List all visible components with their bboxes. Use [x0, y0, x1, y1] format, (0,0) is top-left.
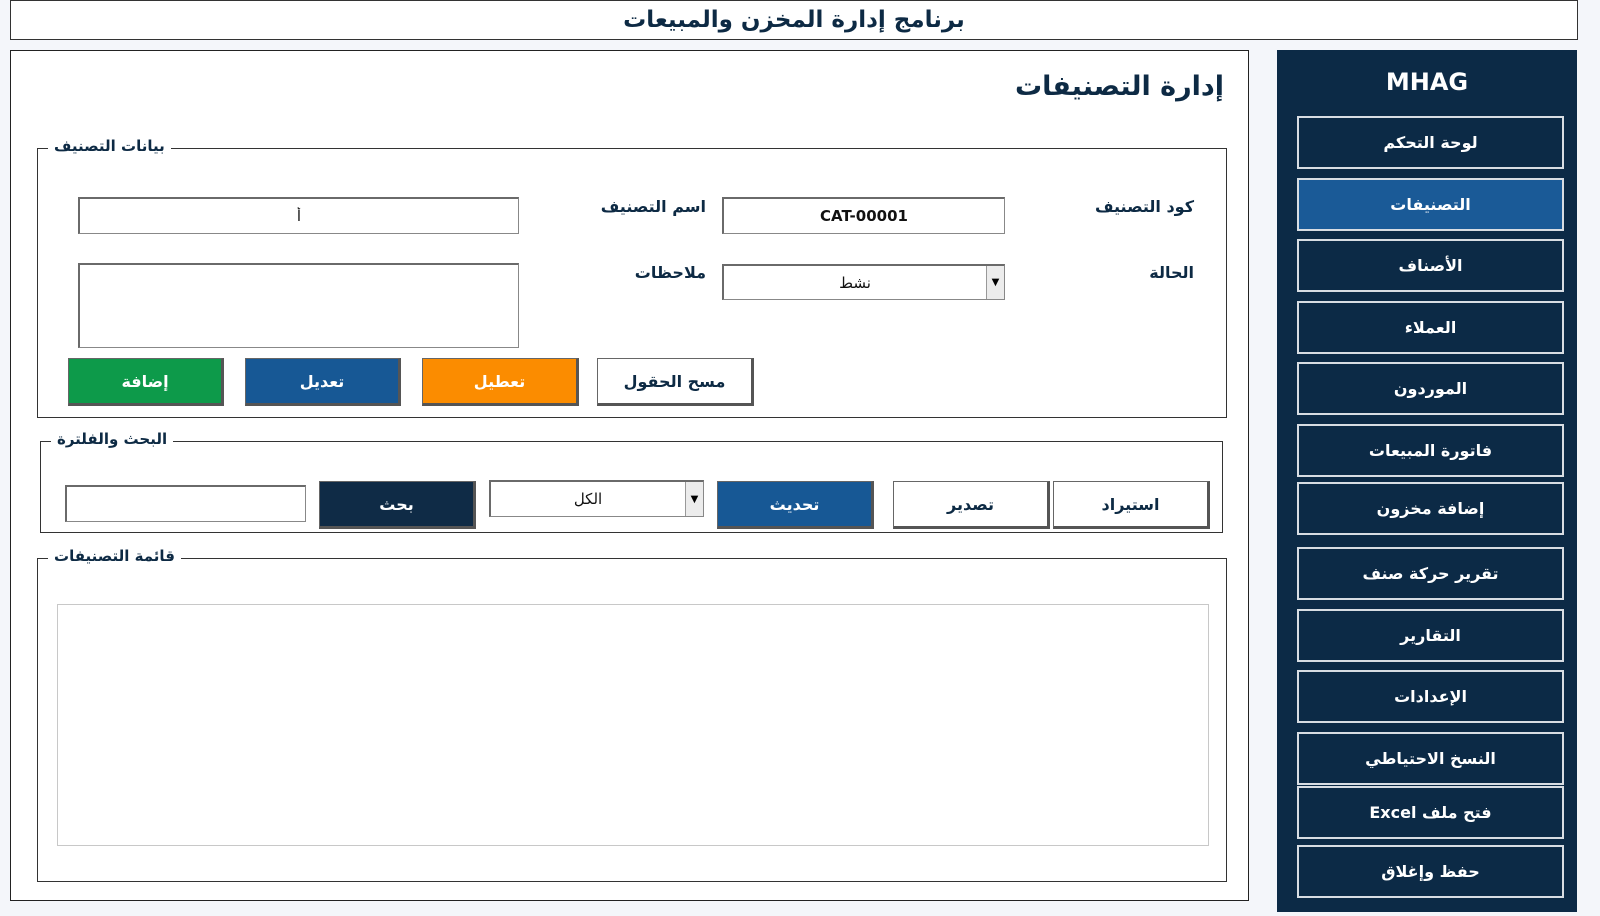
category-data-group: بيانات التصنيف كود التصنيف اسم التصنيف ا…: [37, 137, 1227, 418]
app-title: برنامج إدارة المخزن والمبيعات: [623, 7, 965, 33]
page-title: إدارة التصنيفات: [1014, 71, 1224, 102]
import-button[interactable]: استيراد: [1053, 481, 1210, 529]
add-button[interactable]: إضافة: [68, 358, 224, 406]
sidebar-item-item-movement-report[interactable]: تقرير حركة صنف: [1297, 547, 1564, 600]
sidebar-item-suppliers[interactable]: الموردون: [1297, 362, 1564, 415]
filter-select[interactable]: الكل ▼: [489, 480, 704, 517]
sidebar-item-settings[interactable]: الإعدادات: [1297, 670, 1564, 723]
category-name-label: اسم التصنيف: [600, 197, 706, 216]
export-button[interactable]: تصدير: [893, 481, 1050, 529]
sidebar-item-add-stock[interactable]: إضافة مخزون: [1297, 482, 1564, 535]
disable-button[interactable]: تعطيل: [422, 358, 579, 406]
status-select[interactable]: نشط ▼: [722, 264, 1005, 300]
sidebar-item-customers[interactable]: العملاء: [1297, 301, 1564, 354]
sidebar-item-save-close[interactable]: حفظ وإغلاق: [1297, 845, 1564, 898]
sidebar-item-sales-invoice[interactable]: فاتورة المبيعات: [1297, 424, 1564, 477]
category-data-legend: بيانات التصنيف: [48, 137, 171, 155]
brand-logo: MHAG: [1385, 68, 1469, 96]
sidebar: MHAG لوحة التحكم التصنيفات الأصناف العمل…: [1277, 50, 1577, 912]
sidebar-item-reports[interactable]: التقارير: [1297, 609, 1564, 662]
search-filter-group: البحث والفلترة بحث الكل ▼ تحديث تصدير اس…: [40, 430, 1223, 533]
chevron-down-icon[interactable]: ▼: [685, 482, 703, 516]
category-list-legend: قائمة التصنيفات: [48, 547, 181, 565]
sidebar-item-categories[interactable]: التصنيفات: [1297, 178, 1564, 231]
clear-fields-button[interactable]: مسح الحقول: [597, 358, 754, 406]
category-code-label: كود التصنيف: [1094, 197, 1194, 216]
search-input[interactable]: [65, 485, 306, 522]
notes-field[interactable]: [78, 263, 519, 348]
filter-select-value: الكل: [573, 490, 603, 508]
chevron-down-icon[interactable]: ▼: [986, 266, 1004, 299]
search-button[interactable]: بحث: [319, 481, 476, 529]
search-filter-legend: البحث والفلترة: [51, 430, 174, 448]
sidebar-item-dashboard[interactable]: لوحة التحكم: [1297, 116, 1564, 169]
sidebar-item-backup[interactable]: النسخ الاحتياطي: [1297, 732, 1564, 785]
status-label: الحالة: [1149, 263, 1194, 282]
sidebar-item-items[interactable]: الأصناف: [1297, 239, 1564, 292]
category-list[interactable]: [57, 604, 1209, 846]
sidebar-item-open-excel[interactable]: فتح ملف Excel: [1297, 786, 1564, 839]
notes-label: ملاحظات: [634, 263, 706, 282]
app-title-bar: برنامج إدارة المخزن والمبيعات: [10, 0, 1578, 40]
refresh-button[interactable]: تحديث: [717, 481, 874, 529]
category-name-field[interactable]: [78, 197, 519, 234]
edit-button[interactable]: تعديل: [245, 358, 401, 406]
status-select-value: نشط: [839, 273, 871, 292]
category-list-group: قائمة التصنيفات: [37, 547, 1227, 882]
category-code-field[interactable]: [722, 197, 1005, 234]
main-panel: إدارة التصنيفات بيانات التصنيف كود التصن…: [10, 50, 1249, 901]
